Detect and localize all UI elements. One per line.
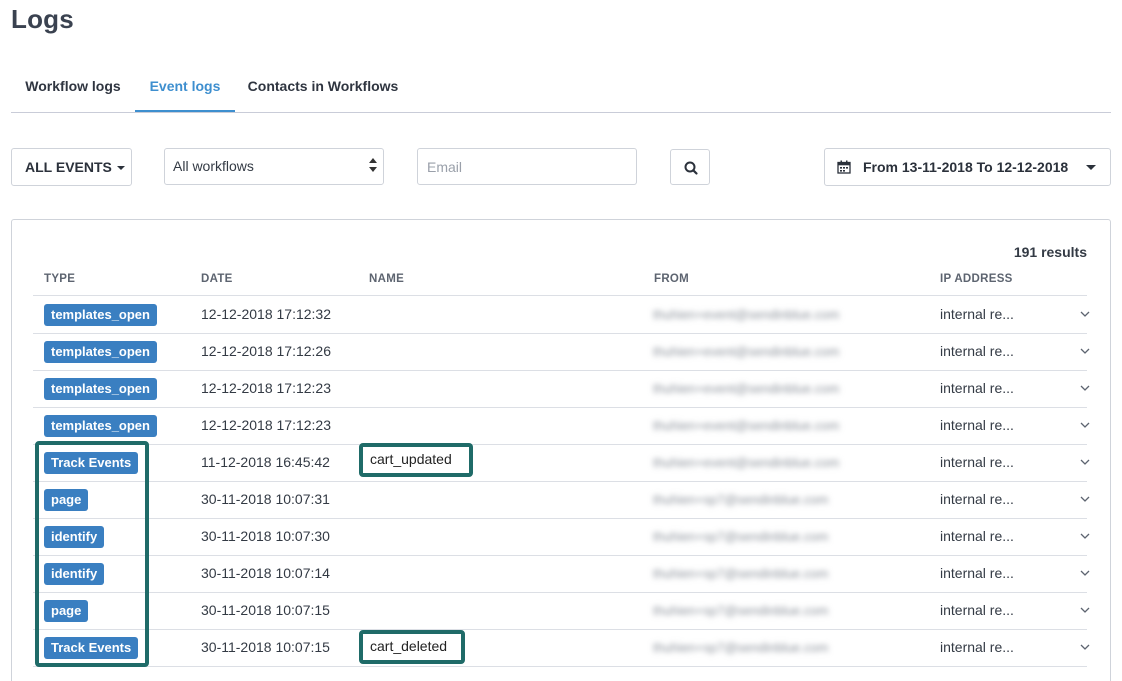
event-ip-address: internal re... — [940, 491, 1014, 507]
table-row[interactable]: templates_open 12-12-2018 17:12:23 thuhi… — [33, 407, 1090, 445]
caret-down-icon — [116, 166, 125, 171]
event-type-badge: templates_open — [44, 415, 157, 437]
event-from: thuhien+event@sendinblue.com — [653, 344, 840, 359]
event-logs-panel: 191 results TYPE DATE NAME FROM IP ADDRE… — [11, 219, 1111, 681]
tab-event-logs[interactable]: Event logs — [135, 62, 235, 112]
table-row[interactable]: templates_open 12-12-2018 17:12:23 thuhi… — [33, 370, 1090, 408]
chevron-down-icon[interactable] — [1080, 348, 1090, 355]
select-arrows-icon — [369, 158, 377, 174]
event-name-highlight: cart_deleted — [359, 630, 465, 664]
event-ip-address: internal re... — [940, 639, 1014, 655]
column-header-from: FROM — [654, 273, 690, 285]
event-date: 30-11-2018 10:07:14 — [201, 565, 330, 581]
logs-page: Logs Workflow logs Event logs Contacts i… — [0, 0, 1122, 681]
event-type-badge: templates_open — [44, 304, 157, 326]
chevron-down-icon[interactable] — [1080, 570, 1090, 577]
chevron-down-icon[interactable] — [1080, 644, 1090, 651]
table-row[interactable]: identify 30-11-2018 10:07:30 thuhien+sp7… — [33, 518, 1090, 556]
chevron-down-icon[interactable] — [1080, 459, 1090, 466]
table-row[interactable]: page 30-11-2018 10:07:15 thuhien+sp7@sen… — [33, 592, 1090, 630]
event-type-badge: templates_open — [44, 341, 157, 363]
event-date: 30-11-2018 10:07:15 — [201, 602, 330, 618]
chevron-down-icon[interactable] — [1080, 496, 1090, 503]
table-row[interactable]: page 30-11-2018 10:07:31 thuhien+sp7@sen… — [33, 481, 1090, 519]
event-date: 30-11-2018 10:07:30 — [201, 528, 330, 544]
column-header-type: TYPE — [44, 273, 76, 285]
chevron-down-icon[interactable] — [1080, 311, 1090, 318]
event-ip-address: internal re... — [940, 528, 1014, 544]
all-events-label: ALL EVENTS — [25, 159, 112, 175]
chevron-down-icon[interactable] — [1080, 385, 1090, 392]
event-ip-address: internal re... — [940, 454, 1014, 470]
event-from: thuhien+event@sendinblue.com — [653, 381, 840, 396]
workflow-select-value: All workflows — [173, 158, 254, 174]
column-header-date: DATE — [201, 273, 233, 285]
table-row[interactable]: templates_open 12-12-2018 17:12:26 thuhi… — [33, 333, 1090, 371]
event-date: 12-12-2018 17:12:23 — [201, 417, 331, 433]
event-from: thuhien+sp7@sendinblue.com — [653, 566, 829, 581]
event-from: thuhien+event@sendinblue.com — [653, 455, 840, 470]
tab-bar: Workflow logs Event logs Contacts in Wor… — [11, 62, 1111, 113]
event-date: 12-12-2018 17:12:23 — [201, 380, 331, 396]
caret-down-icon — [1086, 165, 1096, 170]
table-row[interactable]: Track Events 30-11-2018 10:07:15 thuhien… — [33, 629, 1090, 667]
type-column-highlight — [35, 441, 149, 667]
date-range-picker[interactable]: From 13-11-2018 To 12-12-2018 — [824, 148, 1111, 186]
tab-contacts-in-workflows[interactable]: Contacts in Workflows — [235, 62, 411, 110]
date-range-label: From 13-11-2018 To 12-12-2018 — [863, 159, 1069, 175]
event-ip-address: internal re... — [940, 306, 1014, 322]
table-row[interactable]: Track Events 11-12-2018 16:45:42 thuhien… — [33, 444, 1090, 482]
chevron-down-icon[interactable] — [1080, 422, 1090, 429]
column-header-name: NAME — [369, 273, 405, 285]
page-title: Logs — [11, 4, 74, 34]
event-from: thuhien+sp7@sendinblue.com — [653, 492, 829, 507]
event-date: 30-11-2018 10:07:31 — [201, 491, 330, 507]
event-from: thuhien+event@sendinblue.com — [653, 307, 840, 322]
table-row[interactable]: identify 30-11-2018 10:07:14 thuhien+sp7… — [33, 555, 1090, 593]
chevron-down-icon[interactable] — [1080, 533, 1090, 540]
event-ip-address: internal re... — [940, 565, 1014, 581]
search-button[interactable] — [670, 149, 710, 185]
search-icon — [684, 161, 698, 175]
event-date: 12-12-2018 17:12:26 — [201, 343, 331, 359]
table-row[interactable]: templates_open 12-12-2018 17:12:32 thuhi… — [33, 296, 1090, 334]
event-from: thuhien+sp7@sendinblue.com — [653, 529, 829, 544]
results-count: 191 results — [1013, 244, 1087, 260]
event-ip-address: internal re... — [940, 380, 1014, 396]
column-header-ip-address: IP ADDRESS — [940, 273, 1013, 285]
event-name-highlight: cart_updated — [359, 443, 473, 477]
email-input[interactable] — [417, 148, 637, 185]
event-ip-address: internal re... — [940, 602, 1014, 618]
calendar-icon — [837, 160, 851, 174]
event-ip-address: internal re... — [940, 343, 1014, 359]
all-events-dropdown[interactable]: ALL EVENTS — [11, 148, 132, 186]
chevron-down-icon[interactable] — [1080, 607, 1090, 614]
event-date: 12-12-2018 17:12:32 — [201, 306, 331, 322]
event-from: thuhien+sp7@sendinblue.com — [653, 603, 829, 618]
tab-workflow-logs[interactable]: Workflow logs — [11, 62, 135, 110]
workflow-select[interactable]: All workflows — [164, 148, 384, 185]
event-date: 30-11-2018 10:07:15 — [201, 639, 330, 655]
event-from: thuhien+event@sendinblue.com — [653, 418, 840, 433]
event-ip-address: internal re... — [940, 417, 1014, 433]
event-type-badge: templates_open — [44, 378, 157, 400]
event-date: 11-12-2018 16:45:42 — [201, 454, 330, 470]
event-from: thuhien+sp7@sendinblue.com — [653, 640, 829, 655]
